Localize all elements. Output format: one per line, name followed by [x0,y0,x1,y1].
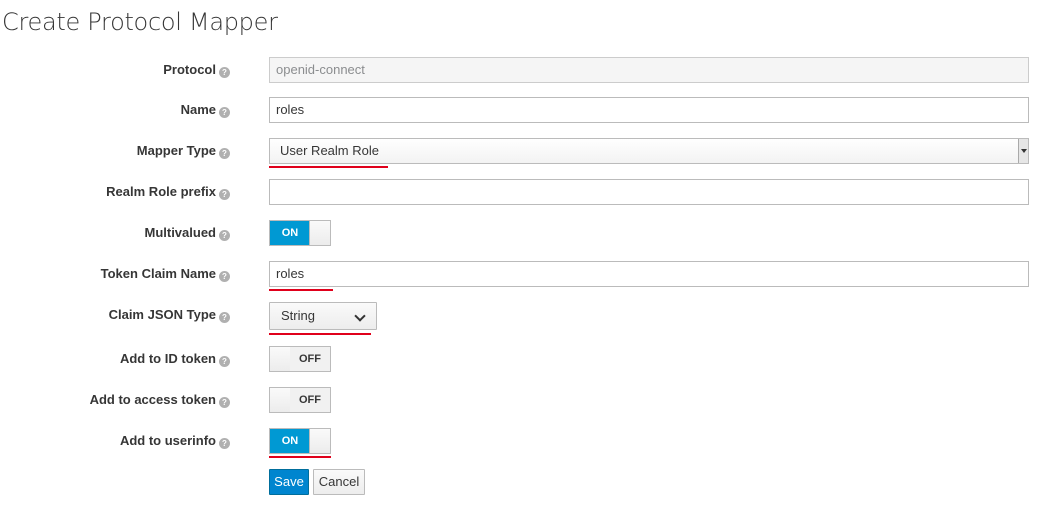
add-to-access-token-label: Add to access token? [90,387,230,413]
mapper-type-label: Mapper Type? [137,138,230,164]
cancel-button[interactable]: Cancel [313,469,365,495]
highlight-underline [269,166,388,168]
name-input[interactable]: roles [269,97,1029,123]
add-to-userinfo-label-text: Add to userinfo [119,433,216,448]
protocol-label: Protocol? [163,57,230,83]
help-icon[interactable]: ? [219,438,230,449]
multivalued-label: Multivalued? [144,220,230,246]
add-to-id-token-row: Add to ID token? OFF [0,346,1040,372]
add-to-access-token-label-text: Add to access token [89,392,216,407]
help-icon[interactable]: ? [219,67,230,78]
claim-json-type-row: Claim JSON Type? String [0,302,1040,330]
token-claim-name-label: Token Claim Name? [101,261,230,287]
highlight-underline [269,289,333,291]
toggle-state: OFF [290,388,330,412]
claim-json-type-label-text: Claim JSON Type [108,307,216,322]
realm-role-prefix-label-text: Realm Role prefix [106,184,216,199]
add-to-access-token-toggle[interactable]: OFF [269,387,331,413]
name-row: Name? roles [0,97,1040,123]
token-claim-name-label-text: Token Claim Name [100,266,216,281]
add-to-userinfo-label: Add to userinfo? [120,428,230,454]
page-title: Create Protocol Mapper [2,8,278,36]
help-icon[interactable]: ? [219,397,230,408]
name-label: Name? [181,97,230,123]
add-to-id-token-label-text: Add to ID token [119,351,216,366]
toggle-state: ON [270,221,310,245]
toggle-knob [270,347,291,371]
mapper-type-select[interactable]: User Realm Role [269,138,1029,164]
toggle-knob [309,221,330,245]
highlight-underline [269,333,371,335]
realm-role-prefix-row: Realm Role prefix? [0,179,1040,205]
multivalued-toggle[interactable]: ON [269,220,331,246]
help-icon[interactable]: ? [219,312,230,323]
token-claim-name-row: Token Claim Name? roles [0,261,1040,287]
claim-json-type-dropdown[interactable]: String [269,302,377,330]
toggle-knob [309,429,330,453]
help-icon[interactable]: ? [219,148,230,159]
toggle-state: OFF [290,347,330,371]
multivalued-row: Multivalued? ON [0,220,1040,246]
toggle-knob [270,388,291,412]
help-icon[interactable]: ? [219,107,230,118]
add-to-id-token-toggle[interactable]: OFF [269,346,331,372]
name-label-text: Name [180,102,216,117]
mapper-type-label-text: Mapper Type [136,143,216,158]
highlight-underline [269,456,331,458]
protocol-field: openid-connect [269,57,1029,83]
save-button[interactable]: Save [269,469,309,495]
add-to-userinfo-row: Add to userinfo? ON [0,428,1040,454]
add-to-userinfo-toggle[interactable]: ON [269,428,331,454]
protocol-label-text: Protocol [163,62,216,77]
select-arrow-icon[interactable] [1018,139,1028,163]
realm-role-prefix-label: Realm Role prefix? [106,179,230,205]
realm-role-prefix-input[interactable] [269,179,1029,205]
chevron-down-icon [354,310,366,322]
claim-json-type-value: String [281,308,315,323]
add-to-id-token-label: Add to ID token? [120,346,230,372]
help-icon[interactable]: ? [219,271,230,282]
mapper-type-value: User Realm Role [280,143,379,158]
toggle-state: ON [270,429,310,453]
protocol-row: Protocol? openid-connect [0,57,1040,83]
multivalued-label-text: Multivalued [144,225,216,240]
help-icon[interactable]: ? [219,356,230,367]
claim-json-type-label: Claim JSON Type? [109,302,230,328]
mapper-type-row: Mapper Type? User Realm Role [0,138,1040,164]
help-icon[interactable]: ? [219,189,230,200]
help-icon[interactable]: ? [219,230,230,241]
form-actions: Save Cancel [0,469,1040,495]
token-claim-name-input[interactable]: roles [269,261,1029,287]
add-to-access-token-row: Add to access token? OFF [0,387,1040,413]
